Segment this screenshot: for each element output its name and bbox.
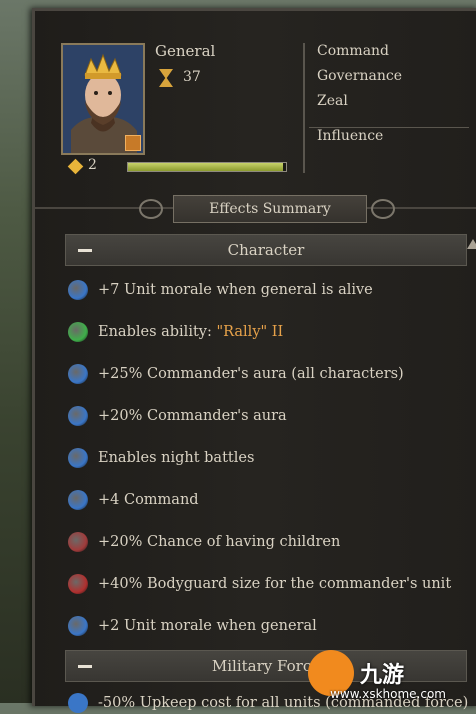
- effect-text: +20% Commander's aura: [98, 408, 287, 424]
- character-details-panel: General 37 Command Governance Zeal Influ…: [32, 8, 476, 713]
- ability-green-icon: [68, 322, 88, 342]
- effect-text: Enables night battles: [98, 450, 255, 466]
- age-value: 37: [183, 69, 201, 85]
- attr-governance[interactable]: Governance: [317, 68, 402, 84]
- effect-text-prefix: Enables ability:: [98, 324, 217, 340]
- effect-row: +25% Commander's aura (all characters): [68, 363, 404, 385]
- moon-icon: [68, 448, 88, 468]
- effect-text: +25% Commander's aura (all characters): [98, 366, 404, 382]
- effect-text: +20% Chance of having children: [98, 534, 341, 550]
- collapse-icon: [78, 665, 92, 668]
- collapse-icon: [78, 249, 92, 252]
- attr-command[interactable]: Command: [317, 43, 389, 59]
- attr-zeal[interactable]: Zeal: [317, 93, 348, 109]
- hourglass-icon: [159, 69, 173, 87]
- star-icon: [68, 490, 88, 510]
- left-ornament-icon: [139, 199, 163, 219]
- effect-text: +40% Bodyguard size for the commander's …: [98, 576, 452, 592]
- effects-summary-title: Effects Summary: [173, 195, 367, 223]
- effect-text: +4 Command: [98, 492, 199, 508]
- influence-label[interactable]: Influence: [317, 128, 383, 144]
- section-military-label: Military Force: [211, 657, 321, 675]
- morale-sword-icon: [68, 616, 88, 636]
- effect-text: +7 Unit morale when general is alive: [98, 282, 373, 298]
- general-portrait[interactable]: [61, 43, 145, 155]
- ability-name-link[interactable]: "Rally" II: [216, 324, 283, 340]
- right-ornament-icon: [371, 199, 395, 219]
- experience-bar-fill: [128, 163, 283, 171]
- vertical-divider: [303, 43, 305, 173]
- effect-row: +20% Commander's aura: [68, 405, 287, 427]
- rank-badge-icon: [125, 135, 141, 151]
- experience-bar: [127, 162, 287, 172]
- morale-sword-icon: [68, 280, 88, 300]
- family-icon: [68, 532, 88, 552]
- section-character-label: Character: [227, 241, 305, 259]
- watermark-text: 九游: [360, 663, 405, 688]
- effect-text: +2 Unit morale when general: [98, 618, 317, 634]
- effect-row: +4 Command: [68, 489, 199, 511]
- effect-row: +2 Unit morale when general: [68, 615, 317, 637]
- upkeep-icon: [68, 693, 88, 713]
- effect-row: Enables ability: "Rally" II: [68, 321, 283, 343]
- watermark-url: www.xskhome.com: [330, 687, 446, 701]
- scroll-up-arrow-icon[interactable]: [467, 239, 476, 249]
- effect-row: +7 Unit morale when general is alive: [68, 279, 373, 301]
- morale-sword-icon: [68, 406, 88, 426]
- effect-text: Enables ability: "Rally" II: [98, 324, 283, 340]
- morale-sword-icon: [68, 364, 88, 384]
- effect-row: +20% Chance of having children: [68, 531, 340, 553]
- character-title: General: [155, 42, 216, 60]
- rank-gem-icon: [67, 158, 84, 175]
- shield-icon: [68, 574, 88, 594]
- section-character-header[interactable]: Character: [65, 234, 467, 266]
- rank-value: 2: [88, 157, 97, 173]
- effect-row: +40% Bodyguard size for the commander's …: [68, 573, 451, 595]
- effect-row: Enables night battles: [68, 447, 254, 469]
